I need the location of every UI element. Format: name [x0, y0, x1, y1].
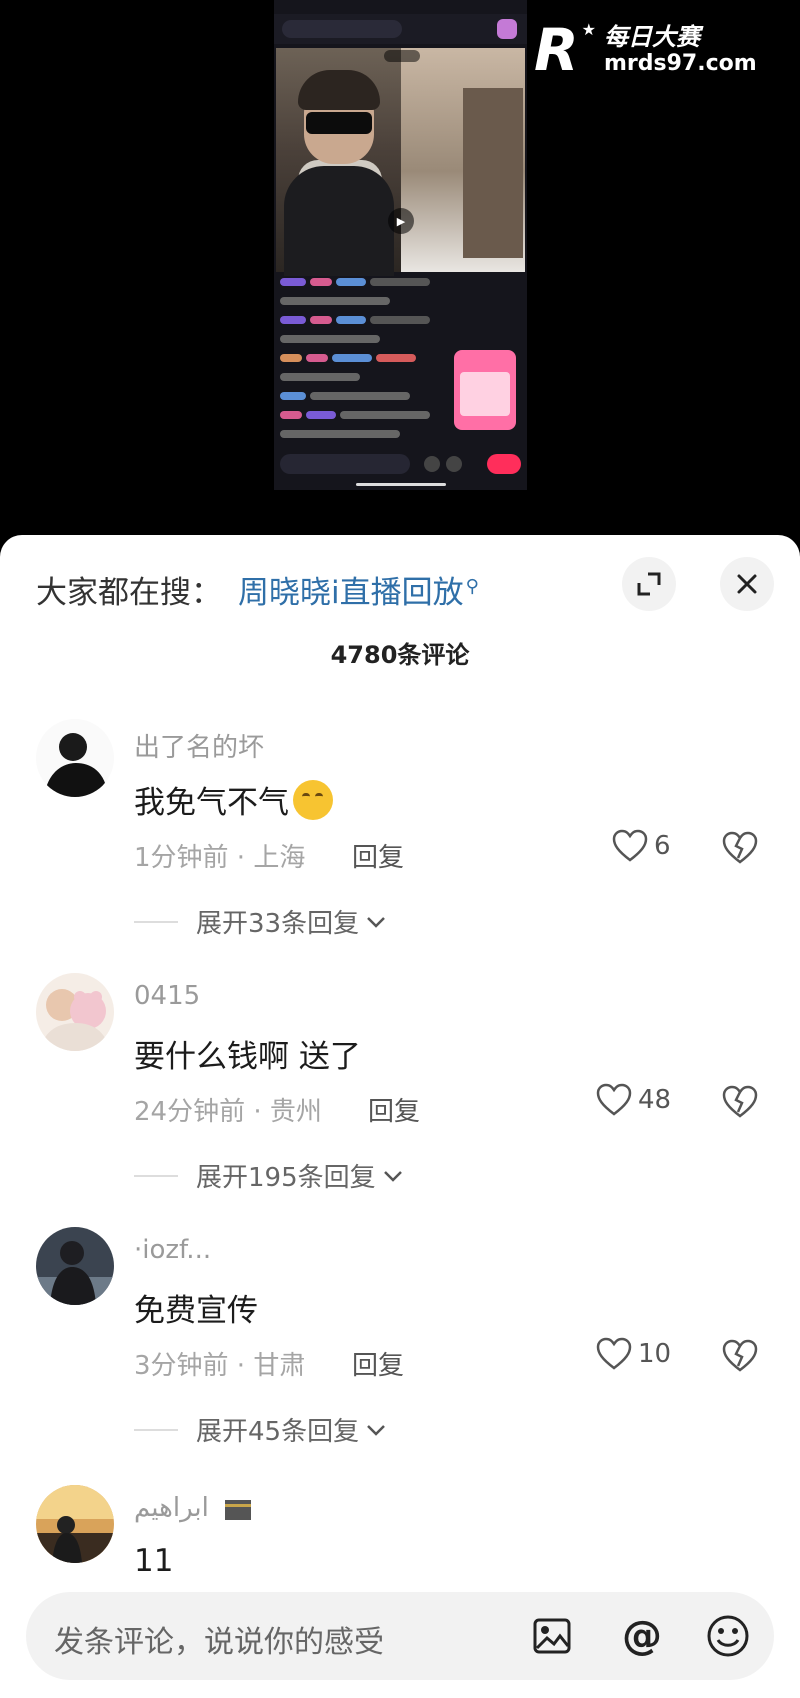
person-sunglasses: [306, 112, 372, 134]
comment-input-bar[interactable]: 发条评论，说说你的感受 @: [26, 1592, 774, 1680]
comment-username[interactable]: 0415: [134, 981, 200, 1011]
expand-icon: [637, 572, 661, 596]
watermark-brand-en: mrds97.com: [604, 51, 757, 76]
comment-text: 要什么钱啊 送了: [134, 1039, 361, 1075]
emoji-button[interactable]: [702, 1610, 754, 1662]
at-icon: @: [622, 1613, 662, 1659]
comment-username[interactable]: 出了名的坏: [134, 727, 264, 764]
live-host-pill: [282, 20, 402, 38]
chevron-down-icon: [367, 1424, 385, 1436]
reply-button[interactable]: 回复: [352, 837, 404, 874]
broken-heart-icon: [722, 1085, 758, 1118]
avatar[interactable]: [36, 1485, 114, 1563]
expand-replies-button[interactable]: 展开33条回复: [134, 903, 387, 940]
search-suggestion-prefix: 大家都在搜：: [36, 575, 222, 611]
phone-chat-input: [280, 454, 410, 474]
expand-button[interactable]: [622, 557, 676, 611]
comment-sheet: 大家都在搜： 周晓晓i直播回放 ⚲ 4780条评论 出了名的坏 我免气不气 1分…: [0, 535, 800, 1698]
embedded-phone-screenshot: ▶: [274, 0, 527, 490]
image-picker-button[interactable]: [526, 1610, 578, 1662]
person-hair: [298, 70, 380, 110]
like-count: 10: [638, 1339, 672, 1369]
expand-replies-button[interactable]: 展开45条回复: [134, 1411, 387, 1448]
comment-time-location: 3分钟前 · 甘肃: [134, 1351, 306, 1381]
comment-username[interactable]: ·iozf...: [134, 1235, 211, 1265]
watermark-logo: R ★ 每日大赛 mrds97.com: [528, 10, 792, 90]
like-button[interactable]: 10: [596, 1337, 671, 1371]
live-badge: [497, 19, 517, 39]
close-button[interactable]: [720, 557, 774, 611]
heart-icon: [612, 829, 648, 862]
room-curtain: [463, 88, 523, 258]
live-tag: [384, 50, 420, 62]
image-icon: [533, 1618, 571, 1654]
chevron-down-icon: [383, 1170, 402, 1182]
comment-time-location: 1分钟前 · 上海: [134, 843, 306, 873]
smirk-emoji-icon: [293, 779, 333, 820]
live-chat-area: [280, 278, 450, 446]
expand-replies-label: 展开195条回复: [196, 1163, 376, 1193]
search-suggestion-link[interactable]: 周晓晓i直播回放 ⚲: [238, 567, 479, 612]
comment-time-location: 24分钟前 · 贵州: [134, 1097, 322, 1127]
avatar[interactable]: [36, 973, 114, 1051]
person-body: [284, 166, 394, 276]
like-button[interactable]: 6: [612, 829, 671, 863]
kaaba-icon: [225, 1499, 252, 1520]
heart-icon: [596, 1337, 632, 1370]
video-frame-left: [276, 48, 401, 276]
gift-card: [454, 350, 516, 430]
phone-gift-icon: [446, 456, 462, 472]
dislike-button[interactable]: [722, 831, 758, 869]
comment-item: 出了名的坏 我免气不气 1分钟前 · 上海 回复 6 展开33条回复: [0, 719, 800, 971]
expand-replies-label: 展开33条回复: [196, 909, 360, 939]
like-button[interactable]: 48: [596, 1083, 671, 1117]
comment-text: 11: [134, 1543, 174, 1579]
avatar[interactable]: [36, 719, 114, 797]
phone-status-bar: [284, 2, 517, 12]
brand-r-logo-icon: R ★: [534, 16, 596, 84]
comment-count: 4780条评论: [330, 641, 470, 669]
chevron-down-icon: [367, 916, 385, 928]
reply-button[interactable]: 回复: [352, 1345, 404, 1382]
dislike-button[interactable]: [722, 1339, 758, 1377]
reply-button[interactable]: 回复: [368, 1091, 420, 1128]
sheet-header: 大家都在搜： 周晓晓i直播回放 ⚲: [0, 535, 800, 635]
close-icon: [737, 574, 757, 594]
comment-text-body: 我免气不气: [134, 785, 289, 821]
phone-home-indicator: [356, 483, 446, 486]
dislike-button[interactable]: [722, 1085, 758, 1123]
mention-button[interactable]: @: [616, 1610, 668, 1662]
watermark-brand-cn: 每日大赛: [604, 23, 700, 51]
video-area: ▶ R ★ 每日大赛 mrds97.com: [0, 0, 800, 540]
avatar[interactable]: [36, 1227, 114, 1305]
phone-plus-button: [487, 454, 521, 474]
expand-replies-button[interactable]: 展开195条回复: [134, 1157, 404, 1194]
comment-text: 我免气不气: [134, 777, 333, 822]
comment-item: 0415 要什么钱啊 送了 24分钟前 · 贵州 回复 48 展开195条回复: [0, 973, 800, 1225]
expand-replies-label: 展开45条回复: [196, 1417, 360, 1447]
heart-icon: [596, 1083, 632, 1116]
phone-share-icon: [424, 456, 440, 472]
broken-heart-icon: [722, 831, 758, 864]
emoji-icon: [707, 1615, 749, 1657]
play-icon[interactable]: ▶: [388, 208, 414, 234]
like-count: 48: [638, 1085, 672, 1115]
comment-text: 免费宣传: [134, 1293, 258, 1329]
comment-input-placeholder[interactable]: 发条评论，说说你的感受: [54, 1617, 384, 1661]
like-count: 6: [654, 831, 671, 861]
video-frame-right: [401, 48, 525, 272]
search-icon: ⚲: [465, 575, 479, 597]
comment-username[interactable]: ابراهيم: [134, 1493, 253, 1523]
phone-bottom-bar: [274, 448, 527, 482]
comment-item: ·iozf... 免费宣传 3分钟前 · 甘肃 回复 10 展开45条回复: [0, 1227, 800, 1479]
comment-item: ابراهيم 11: [0, 1485, 800, 1595]
phone-live-header: [274, 14, 527, 44]
broken-heart-icon: [722, 1339, 758, 1372]
